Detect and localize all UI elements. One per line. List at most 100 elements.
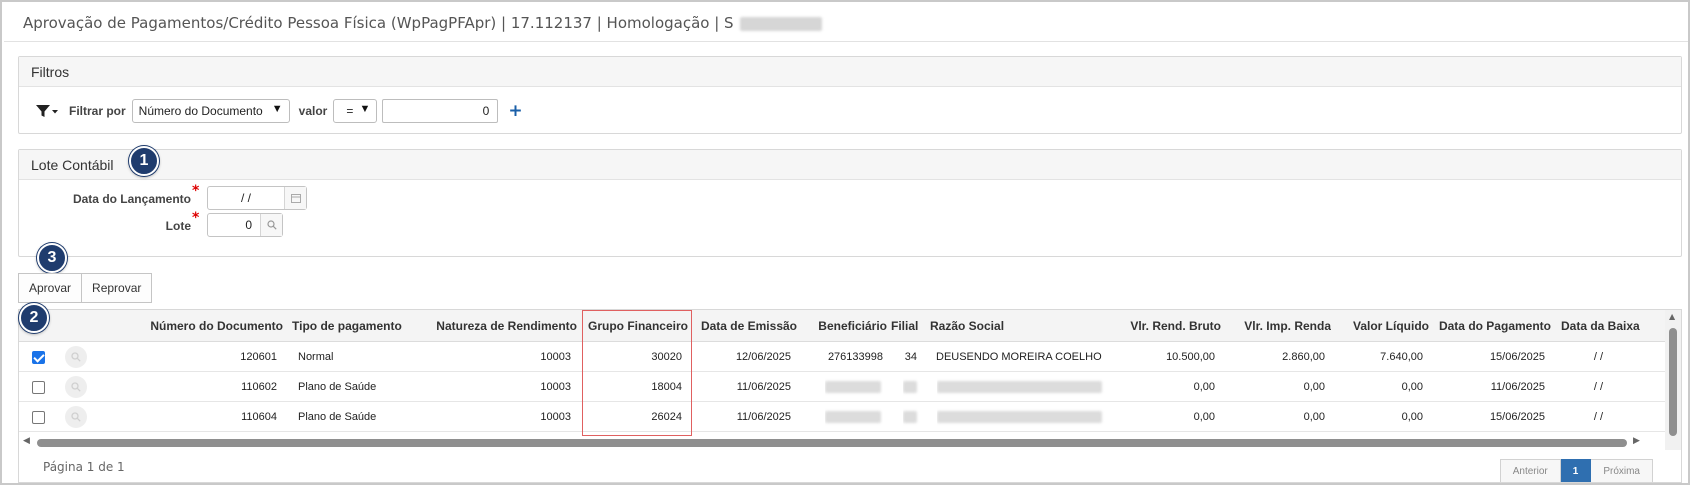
view-details-icon[interactable]: [65, 346, 87, 368]
vertical-scrollbar[interactable]: ▲: [1665, 310, 1681, 450]
col-razao-social[interactable]: Razão Social: [930, 310, 1050, 342]
filter-value-text: 0: [482, 104, 490, 118]
table-row[interactable]: 110602 Plano de Saúde 10003 18004 11/06/…: [19, 372, 1665, 402]
approve-button[interactable]: Aprovar: [18, 273, 83, 303]
date-value: / /: [240, 191, 251, 205]
step-badge-3: 3: [37, 243, 67, 273]
cell-vlr-bruto: 0,00: [1193, 381, 1215, 393]
cell-tipo-pagamento: Normal: [298, 351, 334, 363]
pager-prev-button[interactable]: Anterior: [1499, 459, 1561, 482]
cell-data-pagamento: 15/06/2025: [1489, 351, 1545, 363]
cell-vlr-imposto: 0,00: [1303, 411, 1325, 423]
lote-label: Lote: [165, 219, 191, 233]
cell-data-baixa: / /: [1593, 411, 1603, 423]
cell-valor-liquido: 0,00: [1401, 411, 1423, 423]
filter-field-value: Número do Documento: [138, 104, 263, 118]
horizontal-scroll-thumb[interactable]: [37, 439, 1627, 447]
operator-select[interactable]: = ▼: [333, 99, 378, 123]
table-row[interactable]: 110604 Plano de Saúde 10003 26024 11/06/…: [19, 402, 1665, 432]
lote-panel: Lote Contábil Data do Lançamento * / / L…: [18, 149, 1682, 257]
filter-value-input[interactable]: 0: [382, 99, 499, 123]
col-numero-documento[interactable]: Número do Documento: [105, 310, 283, 342]
redacted-filial: [903, 372, 921, 402]
redacted-razao-social: [937, 372, 1107, 402]
horizontal-scrollbar[interactable]: ◀ ▶: [19, 436, 1665, 450]
lote-field[interactable]: 0: [207, 213, 283, 237]
action-buttons: Aprovar Reprovar: [18, 273, 153, 303]
scroll-right-icon[interactable]: ▶: [1633, 436, 1640, 446]
col-data-baixa[interactable]: Data da Baixa: [1561, 310, 1665, 342]
pager-next-button[interactable]: Próxima: [1591, 459, 1653, 482]
reject-button[interactable]: Reprovar: [82, 273, 153, 303]
cell-vlr-imposto: 2.860,00: [1282, 351, 1325, 363]
table-row[interactable]: 120601 Normal 10003 30020 12/06/2025 276…: [19, 342, 1665, 372]
date-label: Data do Lançamento: [72, 192, 191, 206]
page-info: Página 1 de 1: [43, 460, 125, 474]
view-details-icon[interactable]: [65, 406, 87, 428]
redacted-filial: [903, 402, 921, 432]
cell-filial: 34: [904, 351, 917, 363]
grid-footer: Página 1 de 1 Anterior 1 Próxima: [19, 450, 1665, 482]
row-checkbox[interactable]: [32, 351, 45, 364]
cell-grupo-financeiro: 18004: [651, 381, 682, 393]
row-checkbox[interactable]: [32, 411, 45, 424]
date-field[interactable]: / /: [207, 186, 307, 210]
col-natureza-rendimento[interactable]: Natureza de Rendimento: [415, 310, 577, 342]
row-checkbox[interactable]: [32, 381, 45, 394]
pager-page-1[interactable]: 1: [1560, 459, 1592, 482]
cell-natureza: 10003: [540, 411, 571, 423]
cell-vlr-bruto: 0,00: [1193, 411, 1215, 423]
col-filial[interactable]: Filial: [891, 310, 923, 342]
col-vlr-rend-bruto[interactable]: Vlr. Rend. Bruto: [1119, 310, 1221, 342]
required-marker: *: [192, 183, 200, 199]
col-vlr-imp-renda[interactable]: Vlr. Imp. Renda: [1224, 310, 1331, 342]
cell-natureza: 10003: [540, 381, 571, 393]
filters-panel: Filtros Filtrar por Número do Documento …: [18, 56, 1682, 134]
cell-data-emissao: 12/06/2025: [735, 351, 791, 363]
cell-data-baixa: / /: [1593, 351, 1603, 363]
redacted-beneficiario: [825, 402, 883, 432]
filter-field-select[interactable]: Número do Documento ▼: [131, 99, 290, 123]
col-data-emissao[interactable]: Data de Emissão: [694, 310, 797, 342]
col-data-pagamento[interactable]: Data do Pagamento: [1431, 310, 1551, 342]
add-filter-icon[interactable]: +: [508, 101, 522, 121]
app-window: Aprovação de Pagamentos/Crédito Pessoa F…: [0, 0, 1690, 485]
filter-by-label: Filtrar por: [69, 104, 126, 118]
cell-razao-social: DEUSENDO MOREIRA COELHO: [936, 351, 1102, 363]
filter-row: Filtrar por Número do Documento ▼ valor …: [35, 99, 523, 123]
cell-numero-documento: 110602: [241, 381, 277, 393]
cell-numero-documento: 120601: [240, 351, 277, 363]
scroll-up-icon[interactable]: ▲: [1669, 312, 1675, 321]
cell-tipo-pagamento: Plano de Saúde: [298, 381, 377, 393]
col-valor-liquido[interactable]: Valor Líquido: [1333, 310, 1429, 342]
redacted-environment: [740, 16, 823, 31]
cell-data-baixa: / /: [1593, 381, 1603, 393]
funnel-icon[interactable]: [35, 103, 59, 119]
vertical-scroll-thumb[interactable]: [1669, 328, 1677, 436]
lote-value: 0: [245, 218, 252, 232]
cell-data-emissao: 11/06/2025: [736, 381, 791, 393]
cell-beneficiario: 276133998: [827, 351, 883, 363]
lote-title: Lote Contábil: [19, 150, 1681, 180]
cell-valor-liquido: 0,00: [1401, 381, 1423, 393]
redacted-razao-social: [937, 402, 1107, 432]
calendar-icon[interactable]: [284, 187, 306, 209]
view-details-icon[interactable]: [65, 376, 87, 398]
cell-data-pagamento: 11/06/2025: [1490, 381, 1545, 393]
scroll-left-icon[interactable]: ◀: [23, 436, 30, 446]
cell-tipo-pagamento: Plano de Saúde: [298, 411, 377, 423]
chevron-down-icon: ▼: [271, 103, 283, 115]
cell-numero-documento: 110604: [241, 411, 277, 423]
value-label: valor: [298, 104, 328, 118]
cell-natureza: 10003: [540, 351, 571, 363]
grid-header: Número do Documento Tipo de pagamento Na…: [19, 310, 1665, 342]
required-marker: *: [192, 210, 200, 226]
operator-value: =: [346, 104, 354, 118]
col-tipo-pagamento[interactable]: Tipo de pagamento: [292, 310, 412, 342]
search-icon[interactable]: [260, 214, 282, 236]
cell-valor-liquido: 7.640,00: [1380, 351, 1423, 363]
col-grupo-financeiro[interactable]: Grupo Financeiro: [582, 310, 688, 342]
window-title: Aprovação de Pagamentos/Crédito Pessoa F…: [23, 14, 734, 32]
cell-data-pagamento: 15/06/2025: [1489, 411, 1545, 423]
col-beneficiario[interactable]: Beneficiário: [803, 310, 887, 342]
